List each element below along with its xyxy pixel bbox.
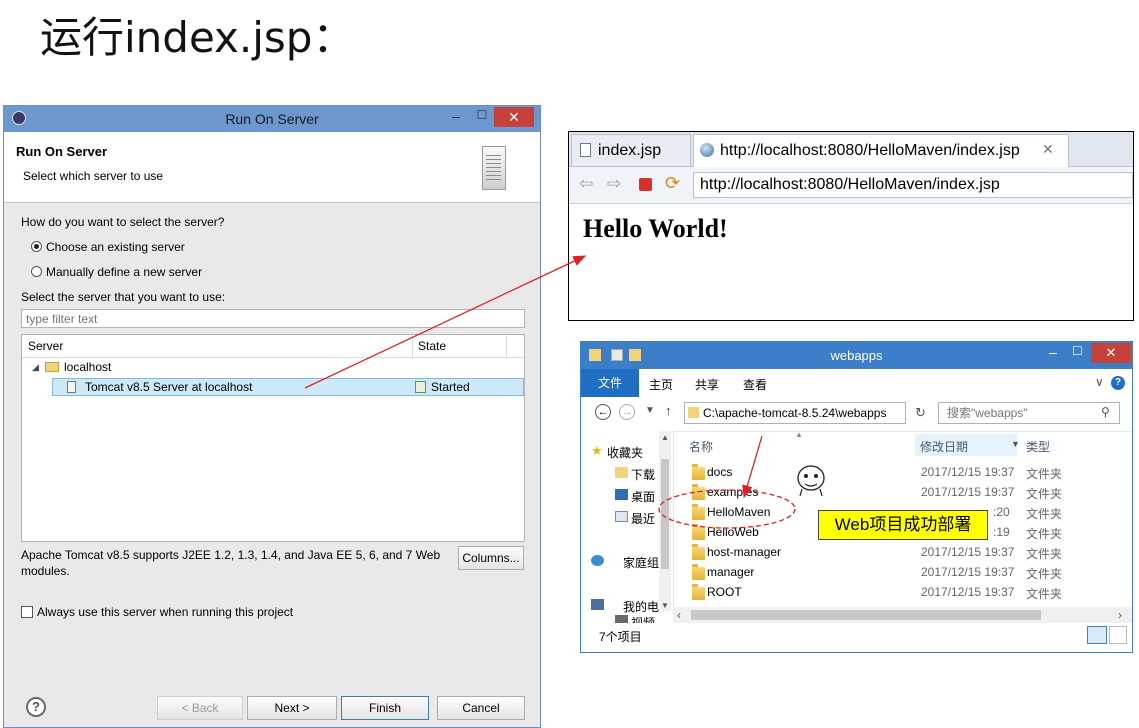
arrow-to-hellomaven (742, 435, 763, 499)
mascot-doodle-icon (797, 465, 825, 497)
highlight-ellipse (658, 489, 796, 529)
annotation-overlay (304, 255, 796, 529)
arrow-to-browser (304, 255, 587, 389)
deploy-success-callout: Web项目成功部署 (818, 510, 988, 540)
